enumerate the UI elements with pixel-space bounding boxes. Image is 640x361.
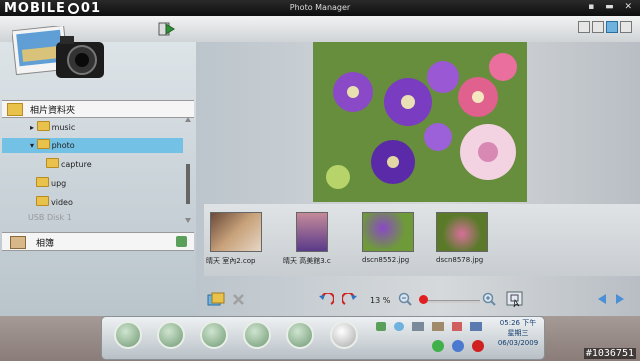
battery-icon[interactable] — [452, 322, 462, 331]
album-icon — [10, 236, 26, 249]
view-large-icon[interactable] — [620, 21, 632, 33]
folder-icon — [36, 196, 49, 206]
prev-icon[interactable] — [596, 293, 608, 305]
next-icon[interactable] — [614, 293, 626, 305]
watermark: #1036751 — [583, 348, 636, 359]
status-blue-icon[interactable] — [452, 340, 464, 352]
photos-icon[interactable] — [243, 321, 271, 349]
app-title: Photo Manager — [289, 3, 351, 12]
rotate-left-icon[interactable] — [318, 293, 334, 307]
globe-icon[interactable] — [394, 322, 404, 331]
video-icon[interactable] — [200, 321, 228, 349]
skype-icon[interactable] — [286, 321, 314, 349]
tree-item-label: capture — [61, 160, 92, 169]
thumbnail-strip — [204, 204, 640, 276]
zoom-slider[interactable] — [424, 300, 480, 303]
tree-item-label: photo — [51, 141, 75, 150]
tree-item-usb[interactable]: USB Disk 1 — [28, 212, 72, 224]
view-mode-switcher[interactable] — [578, 21, 634, 37]
rotate-right-icon[interactable] — [342, 293, 358, 307]
window-controls[interactable]: ▪ ▬ ✕ — [588, 2, 636, 12]
wifi-icon[interactable] — [376, 322, 386, 331]
folder-icon — [36, 177, 49, 187]
zoom-out-icon[interactable] — [398, 292, 412, 306]
music-icon[interactable] — [157, 321, 185, 349]
zoom-percent: 13 % — [370, 296, 391, 305]
tree-item-label: video — [51, 198, 73, 207]
album-row[interactable]: 相簿 — [2, 232, 194, 251]
network-icon[interactable] — [470, 322, 482, 331]
tray-icons-bottom[interactable] — [372, 339, 490, 353]
status-red-icon[interactable] — [472, 340, 484, 352]
clock-weekday: 星期三 — [507, 329, 529, 337]
settings-icon[interactable] — [330, 321, 358, 349]
preview-photo[interactable] — [313, 42, 527, 202]
view-detail-icon[interactable] — [606, 21, 618, 33]
add-album-icon[interactable] — [176, 236, 187, 247]
mail-icon[interactable] — [412, 322, 424, 331]
clock: 05:26 下午 星期三 06/03/2009 — [494, 318, 542, 348]
clock-date: 06/03/2009 — [497, 339, 539, 347]
folder-icon — [36, 121, 50, 131]
view-grid-icon[interactable] — [592, 21, 604, 33]
tree-item-upg[interactable]: upg — [36, 176, 66, 191]
thumbnail-label: dscn8552.jpg — [362, 256, 410, 264]
slideshow-icon[interactable] — [207, 292, 225, 308]
tray-icons-top[interactable] — [372, 321, 490, 333]
thumbnail-2[interactable] — [296, 212, 328, 252]
tree-item-music[interactable]: ▸ music — [30, 120, 75, 135]
tree-item-capture[interactable]: capture — [46, 157, 92, 172]
zoom-in-icon[interactable] — [482, 292, 496, 306]
album-label: 相簿 — [36, 239, 55, 249]
thumbnail-label: 晴天 室內2.cop — [206, 257, 256, 265]
folder-icon — [46, 158, 59, 168]
tree-item-video[interactable]: video — [36, 195, 73, 210]
tree-item-label: music — [51, 123, 76, 132]
tree-item-label: upg — [51, 179, 67, 188]
tree-item-label: USB Disk 1 — [28, 213, 72, 222]
tree-item-photo[interactable]: ▾ photo — [30, 138, 75, 153]
tree-header-label: 相片資料夾 — [30, 106, 76, 116]
tools-icon[interactable] — [114, 321, 142, 349]
zoom-slider-knob[interactable] — [419, 295, 428, 304]
thumbnail-4[interactable] — [436, 212, 488, 252]
view-list-icon[interactable] — [578, 21, 590, 33]
photo-folder-header[interactable]: 相片資料夾 — [2, 100, 194, 118]
clock-time: 05:26 下午 — [499, 319, 537, 327]
folder-icon — [36, 139, 50, 149]
thumbnail-label: dscn8578.jpg — [436, 256, 484, 264]
status-green-icon[interactable] — [432, 340, 444, 352]
thumbnail-1[interactable] — [210, 212, 262, 252]
thumbnail-3[interactable] — [362, 212, 414, 252]
thumbnail-label: 晴天 高美館3.c — [283, 257, 331, 265]
forward-arrow-icon[interactable] — [158, 21, 176, 37]
folder-icon[interactable] — [432, 322, 444, 331]
tree-scrollbar[interactable] — [184, 116, 192, 226]
delete-icon[interactable] — [232, 293, 245, 306]
folder-icon — [7, 103, 23, 116]
fit-icon[interactable] — [506, 291, 524, 307]
camera-icon — [12, 26, 104, 78]
